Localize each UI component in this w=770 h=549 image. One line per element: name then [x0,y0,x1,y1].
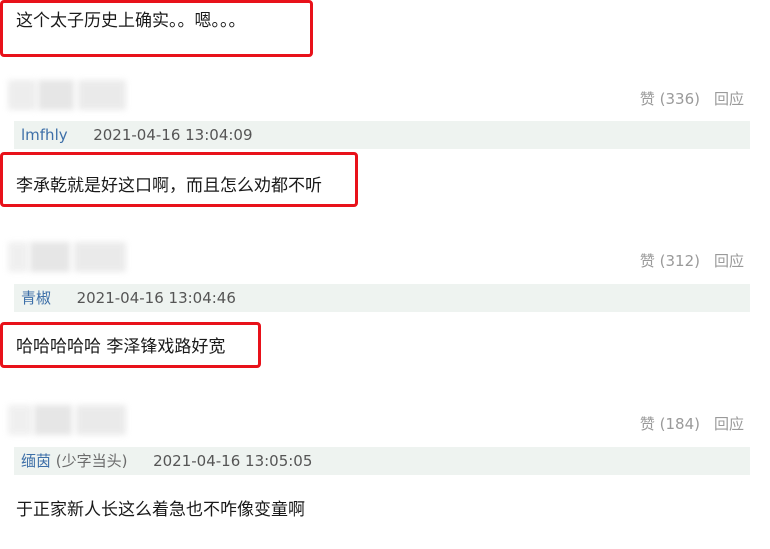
blurred-avatar-name-1 [8,80,126,110]
comment-timestamp: 2021-04-16 13:04:09 [93,126,253,144]
comment-meta-2: 青椒 2021-04-16 13:04:46 [14,284,750,312]
blurred-avatar-name-3 [8,405,126,435]
comment-meta-1: lmfhly 2021-04-16 13:04:09 [14,121,750,149]
comment-meta-3: 缅茵 (少字当头) 2021-04-16 13:05:05 [14,447,750,475]
comment-actions-1: 赞 (336) 回应 [640,89,744,109]
comment-actions-3: 赞 (184) 回应 [640,414,744,434]
comment-actions-2: 赞 (312) 回应 [640,251,744,271]
reply-button[interactable]: 回应 [714,415,744,433]
comment-text-3: 于正家新人长这么着急也不咋像变童啊 [16,500,305,520]
username-link[interactable]: lmfhly [21,126,68,144]
reply-button[interactable]: 回应 [714,90,744,108]
username-link[interactable]: 缅茵 [21,452,51,470]
user-tag: (少字当头) [55,452,128,470]
like-button[interactable]: 赞 (184) [640,415,700,433]
reply-button[interactable]: 回应 [714,252,744,270]
like-button[interactable]: 赞 (336) [640,90,700,108]
blurred-avatar-name-2 [8,242,126,272]
like-button[interactable]: 赞 (312) [640,252,700,270]
comment-text-top: 这个太子历史上确实。。嗯。。。 [16,11,246,31]
comment-timestamp: 2021-04-16 13:04:46 [76,289,236,307]
username-link[interactable]: 青椒 [21,289,51,307]
comment-text-1: 李承乾就是好这口啊，而且怎么劝都不听 [16,176,322,196]
comment-text-2: 哈哈哈哈哈 李泽锋戏路好宽 [16,337,226,357]
comment-timestamp: 2021-04-16 13:05:05 [153,452,313,470]
